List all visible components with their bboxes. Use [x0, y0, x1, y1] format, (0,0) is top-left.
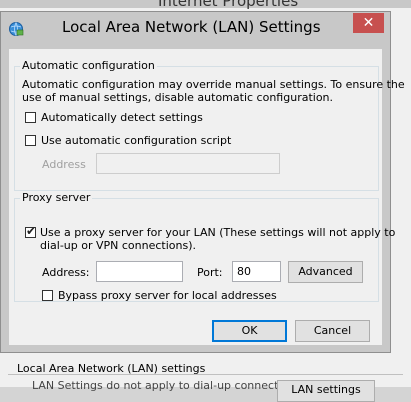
- dialog-titlebar[interactable]: Local Area Network (LAN) Settings ✕: [1, 12, 390, 44]
- dialog-title: Local Area Network (LAN) Settings: [62, 18, 321, 36]
- auto-config-description-line1: Automatic configuration may override man…: [22, 78, 405, 91]
- auto-config-description-line2: use of manual settings, disable automati…: [22, 91, 334, 104]
- proxy-server-legend: Proxy server: [20, 191, 93, 204]
- proxy-port-input[interactable]: [232, 261, 281, 282]
- proxy-address-label: Address:: [42, 266, 90, 279]
- use-proxy-label-line2[interactable]: dial-up or VPN connections).: [40, 239, 196, 252]
- close-icon: ✕: [362, 15, 375, 31]
- automatic-configuration-legend: Automatic configuration: [20, 59, 157, 72]
- dialog-client-area: Automatic configuration Automatic config…: [9, 49, 405, 345]
- cancel-button[interactable]: Cancel: [295, 320, 370, 342]
- checkmark-icon: ✔: [26, 224, 37, 238]
- automatically-detect-checkbox[interactable]: [25, 112, 36, 123]
- bypass-local-label[interactable]: Bypass proxy server for local addresses: [58, 289, 277, 302]
- ok-button[interactable]: OK: [212, 320, 287, 342]
- parent-window-title: Internet Properties: [158, 0, 299, 10]
- script-address-label: Address: [42, 158, 86, 171]
- proxy-address-text[interactable]: [101, 262, 182, 281]
- close-button[interactable]: ✕: [353, 13, 384, 33]
- use-proxy-checkbox[interactable]: ✔: [25, 224, 37, 238]
- proxy-address-input[interactable]: [96, 261, 183, 282]
- use-proxy-label-line1[interactable]: Use a proxy server for your LAN (These s…: [40, 226, 395, 239]
- lan-settings-description: LAN Settings do not apply to dial-up con…: [32, 379, 305, 392]
- proxy-port-text[interactable]: [237, 262, 280, 281]
- advanced-button[interactable]: Advanced: [288, 261, 363, 283]
- use-auto-config-script-label[interactable]: Use automatic configuration script: [41, 134, 231, 147]
- network-globe-icon: [9, 22, 24, 36]
- lan-settings-dialog: Local Area Network (LAN) Settings ✕ Auto…: [0, 11, 405, 353]
- section-divider: [8, 374, 403, 375]
- use-auto-config-script-checkbox[interactable]: [25, 135, 36, 146]
- automatically-detect-label[interactable]: Automatically detect settings: [41, 111, 203, 124]
- proxy-port-label: Port:: [197, 266, 223, 279]
- lan-settings-button[interactable]: LAN settings: [277, 380, 375, 402]
- script-address-input[interactable]: [96, 153, 280, 174]
- bypass-local-checkbox[interactable]: [42, 290, 53, 301]
